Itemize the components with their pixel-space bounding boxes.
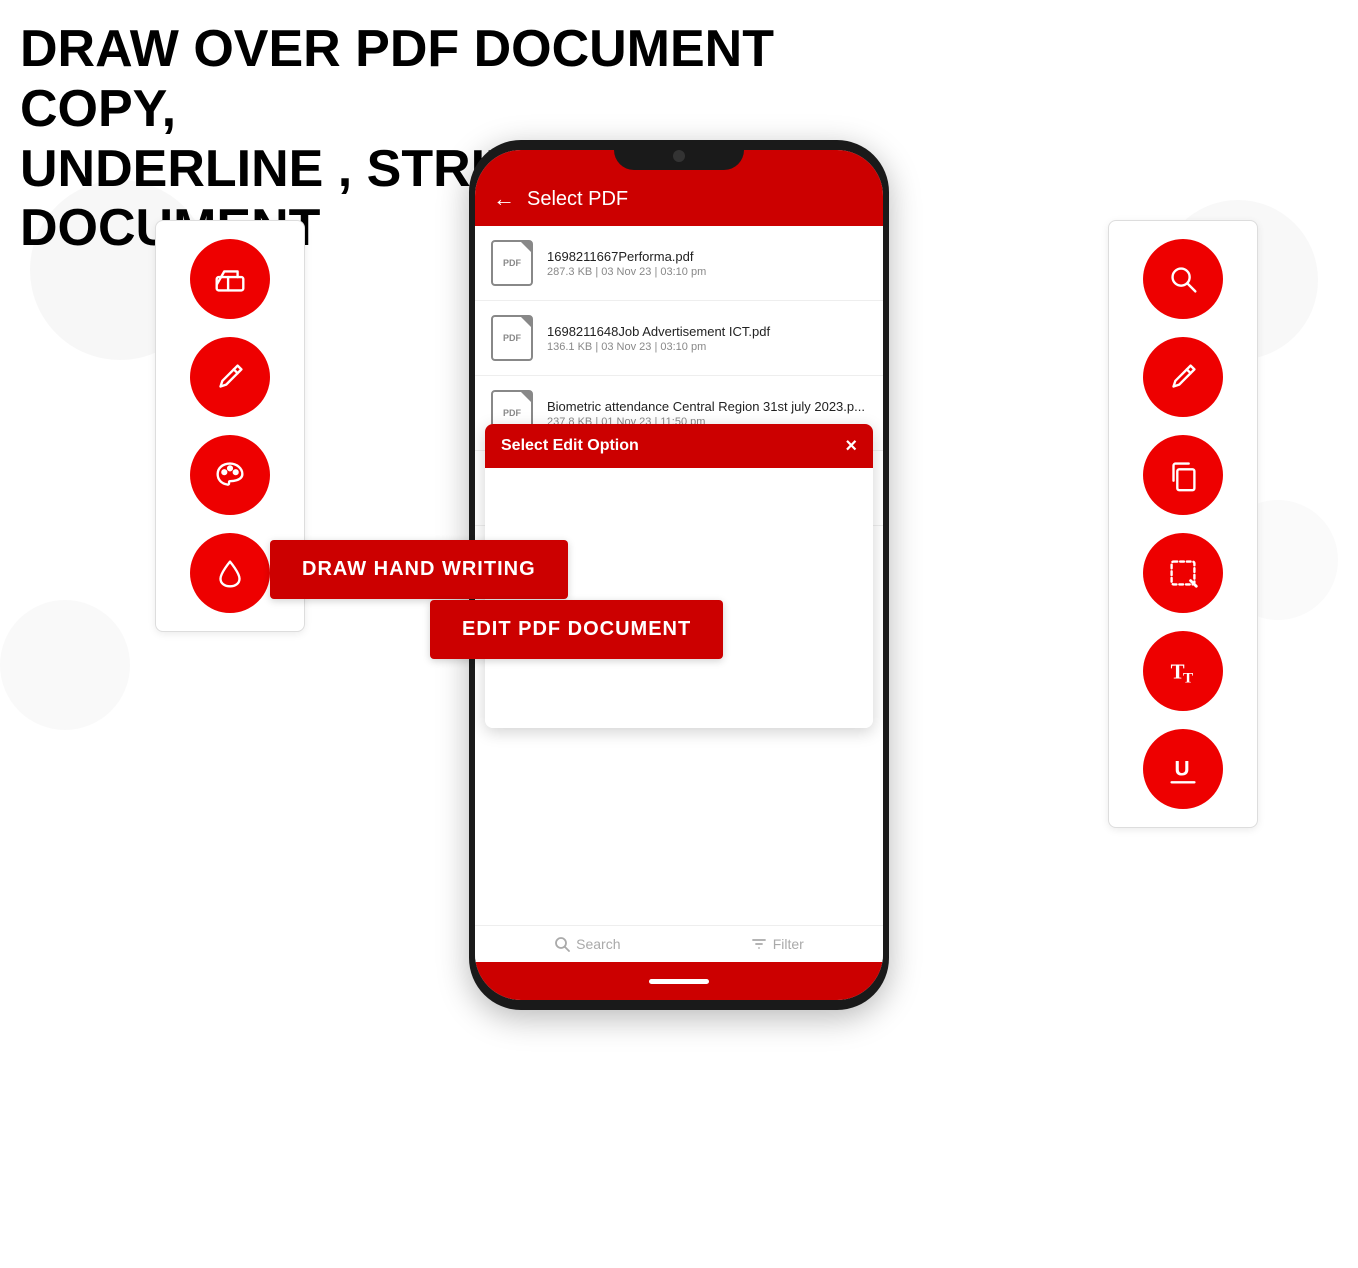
pdf-meta: 287.3 KB | 03 Nov 23 | 03:10 pm xyxy=(547,266,867,278)
filter-area[interactable]: Filter xyxy=(751,936,804,952)
pdf-item-info: 1698211648Job Advertisement ICT.pdf 136.… xyxy=(547,324,867,353)
drop-icon-button[interactable] xyxy=(190,533,270,613)
svg-text:U: U xyxy=(1174,758,1189,781)
search-area[interactable]: Search xyxy=(554,936,620,952)
pdf-meta: 136.1 KB | 03 Nov 23 | 03:10 pm xyxy=(547,341,867,353)
draw-handwriting-option[interactable]: DRAW HAND WRITING xyxy=(270,540,568,599)
pdf-file-icon: PDF xyxy=(491,240,533,286)
copy-icon-button[interactable] xyxy=(1143,435,1223,515)
text-format-icon-button[interactable]: T T xyxy=(1143,631,1223,711)
svg-text:T: T xyxy=(1183,669,1193,686)
pdf-item-info: 1698211667Performa.pdf 287.3 KB | 03 Nov… xyxy=(547,249,867,278)
right-panel: T T U xyxy=(1108,220,1258,828)
pdf-name: Biometric attendance Central Region 31st… xyxy=(547,399,867,414)
edit-dialog-close-button[interactable]: × xyxy=(845,436,857,456)
edit-pdf-option[interactable]: EDIT PDF DOCUMENT xyxy=(430,600,723,659)
pdf-item[interactable]: PDF 1698211667Performa.pdf 287.3 KB | 03… xyxy=(475,226,883,301)
pdf-name: 1698211667Performa.pdf xyxy=(547,249,867,264)
filter-label: Filter xyxy=(773,936,804,952)
edit-dialog-title: Select Edit Option xyxy=(501,437,639,455)
phone-notch xyxy=(614,140,744,170)
phone-home-bar xyxy=(475,962,883,1000)
search-icon-button[interactable] xyxy=(1143,239,1223,319)
bottom-bar: Search Filter xyxy=(475,925,883,962)
deco-circle-2 xyxy=(0,600,130,730)
pen-draw-icon-button[interactable] xyxy=(1143,337,1223,417)
pencil-icon-button[interactable] xyxy=(190,337,270,417)
eraser-icon-button[interactable] xyxy=(190,239,270,319)
underline-icon-button[interactable]: U xyxy=(1143,729,1223,809)
edit-dialog-header: Select Edit Option × xyxy=(485,424,873,468)
app-bar-title: Select PDF xyxy=(527,188,628,211)
phone-camera xyxy=(673,150,685,162)
back-button[interactable]: ← xyxy=(493,186,515,212)
palette-icon-button[interactable] xyxy=(190,435,270,515)
selection-icon-button[interactable] xyxy=(1143,533,1223,613)
pdf-file-icon: PDF xyxy=(491,315,533,361)
home-bar-pill xyxy=(649,979,709,984)
pdf-name: 1698211648Job Advertisement ICT.pdf xyxy=(547,324,867,339)
search-label: Search xyxy=(576,936,620,952)
pdf-item[interactable]: PDF 1698211648Job Advertisement ICT.pdf … xyxy=(475,301,883,376)
